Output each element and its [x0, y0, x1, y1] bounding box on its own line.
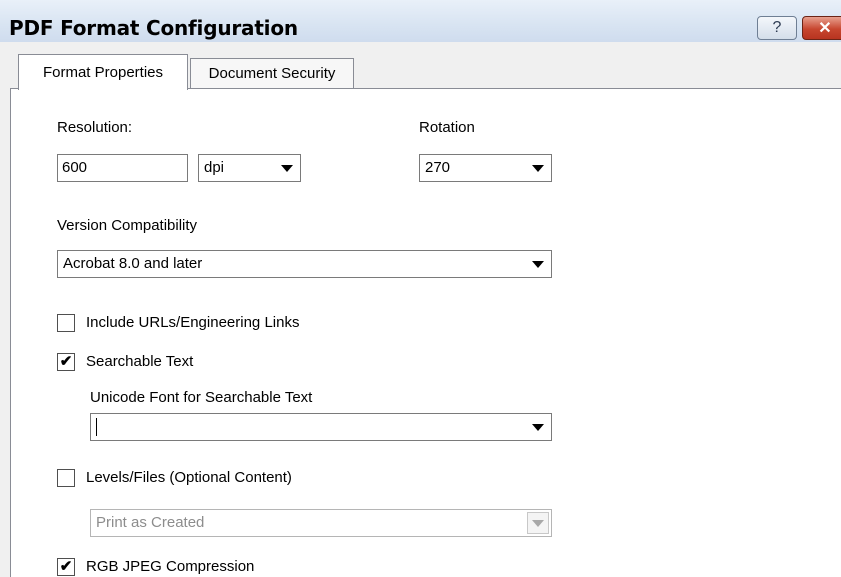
rotation-label: Rotation — [419, 119, 475, 136]
resolution-input[interactable]: 600 — [57, 154, 188, 182]
levels-files-label[interactable]: Levels/Files (Optional Content) — [86, 469, 292, 486]
chevron-down-icon[interactable] — [527, 512, 549, 534]
chevron-down-icon[interactable] — [527, 416, 549, 438]
version-compatibility-value: Acrobat 8.0 and later — [63, 255, 203, 272]
close-button[interactable]: ✕ — [802, 16, 841, 40]
window-title: PDF Format Configuration — [9, 16, 298, 40]
tab-document-security[interactable]: Document Security — [190, 58, 354, 88]
help-button[interactable]: ? — [757, 16, 797, 40]
chevron-down-icon[interactable] — [276, 157, 298, 179]
resolution-label: Resolution: — [57, 119, 133, 136]
unicode-font-select[interactable] — [90, 413, 552, 441]
resolution-unit-value: dpi — [204, 159, 225, 176]
version-compatibility-select[interactable]: Acrobat 8.0 and later — [57, 250, 552, 278]
dialog-window: PDF Format Configuration ? ✕ Format Prop… — [0, 0, 841, 577]
dialog-client-area: Format Properties Document Security Reso… — [0, 42, 841, 577]
include-urls-checkbox[interactable] — [57, 314, 75, 332]
print-mode-value: Print as Created — [96, 514, 205, 531]
searchable-text-checkbox[interactable]: ✔ — [57, 353, 75, 371]
rotation-value: 270 — [425, 159, 451, 176]
resolution-unit-select[interactable]: dpi — [198, 154, 301, 182]
title-bar[interactable]: PDF Format Configuration ? ✕ — [0, 0, 841, 42]
searchable-text-label[interactable]: Searchable Text — [86, 353, 193, 370]
rgb-jpeg-label[interactable]: RGB JPEG Compression — [86, 558, 254, 575]
print-mode-select[interactable]: Print as Created — [90, 509, 552, 537]
format-properties-panel: Resolution: 600 dpi Rotation 270 Version… — [10, 88, 841, 577]
include-urls-label[interactable]: Include URLs/Engineering Links — [86, 314, 299, 331]
levels-files-checkbox[interactable] — [57, 469, 75, 487]
chevron-down-icon[interactable] — [527, 157, 549, 179]
rotation-select[interactable]: 270 — [419, 154, 552, 182]
text-caret — [96, 418, 97, 436]
chevron-down-icon[interactable] — [527, 253, 549, 275]
tab-format-properties[interactable]: Format Properties — [18, 54, 188, 90]
unicode-font-label: Unicode Font for Searchable Text — [90, 389, 313, 406]
version-compatibility-label: Version Compatibility — [57, 217, 198, 234]
rgb-jpeg-checkbox[interactable]: ✔ — [57, 558, 75, 576]
